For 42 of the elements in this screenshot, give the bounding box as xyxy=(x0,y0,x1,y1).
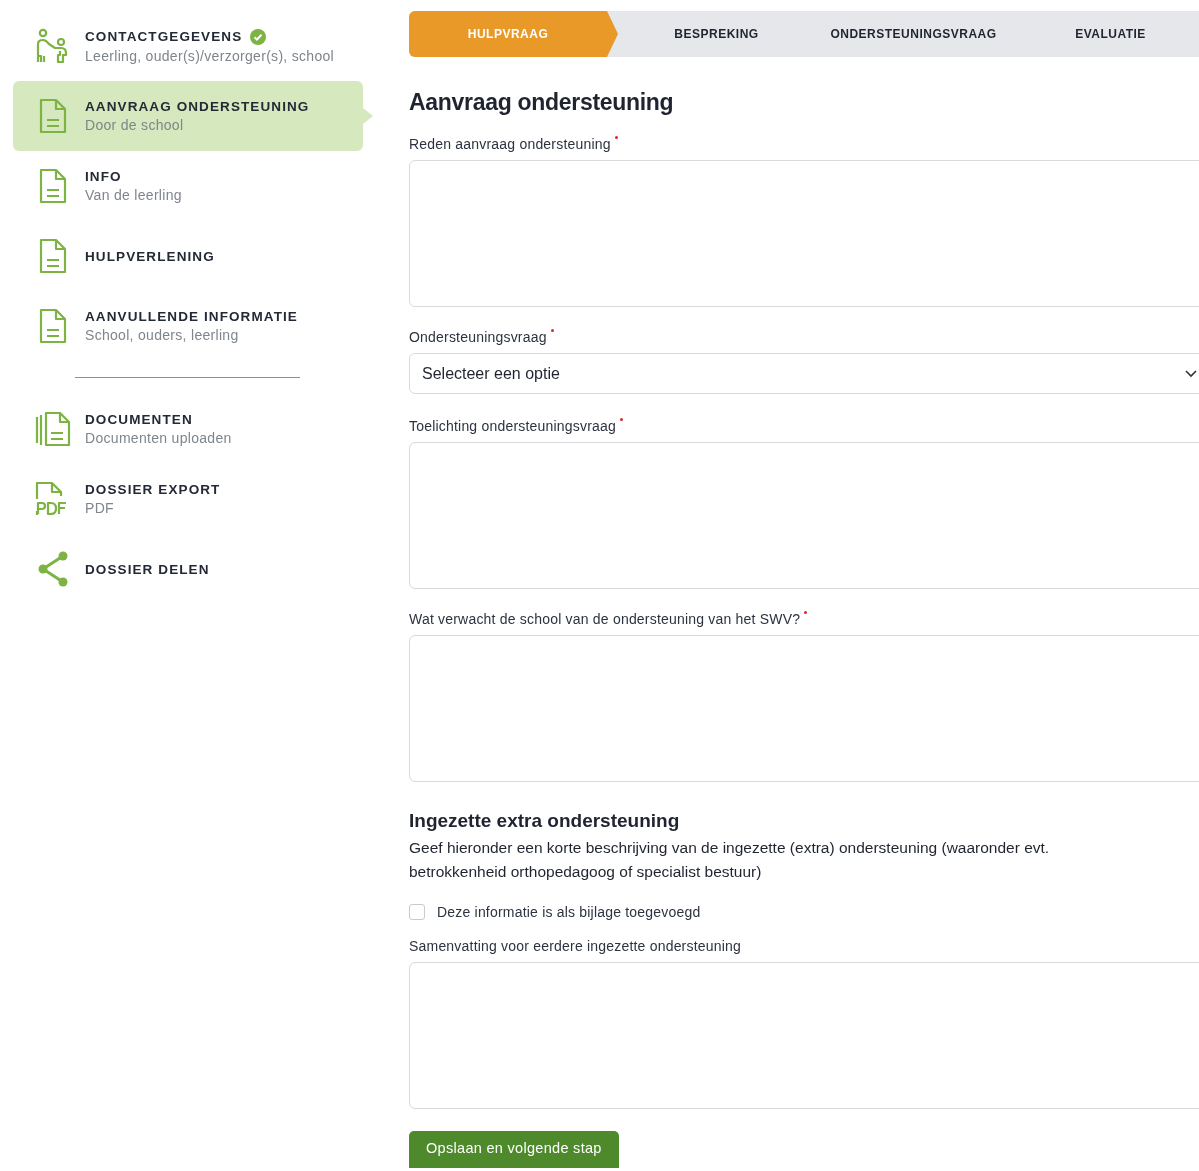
step-tab[interactable]: EVALUATIE xyxy=(1012,11,1199,57)
field-label: Wat verwacht de school van de ondersteuning van het SWV? xyxy=(409,611,1199,627)
checkbox[interactable] xyxy=(409,904,425,920)
text-area[interactable] xyxy=(409,962,1199,1109)
item-title: INFO xyxy=(85,169,122,184)
step-tab[interactable]: BESPREKING xyxy=(618,11,815,57)
documents-icon xyxy=(35,411,71,447)
item-subtitle: School, ouders, leerling xyxy=(85,327,240,343)
chevron-icon xyxy=(1185,369,1197,378)
item-title: AANVRAAG ONDERSTEUNING xyxy=(85,99,310,114)
item-title: DOSSIER DELEN xyxy=(85,561,210,577)
item-subtitle: Documenten uploaden xyxy=(85,430,232,446)
sidebar-item[interactable]: DOCUMENTEN Documenten uploaden xyxy=(13,394,363,464)
section-description: Geef hieronder een korte beschrijving van de ingezette (extra) ondersteuning (waaronder evt. betrokkenheid orthopedagoog of specialist bestuur) xyxy=(409,838,1051,882)
field-label: Toelichting ondersteuningsvraag xyxy=(409,418,1199,434)
field-label: Reden aanvraag ondersteuning xyxy=(409,136,1199,152)
save-next-button[interactable]: Opslaan en volgende stap xyxy=(409,1131,619,1168)
text-area[interactable] xyxy=(409,442,1199,589)
item-subtitle: Door de school xyxy=(85,117,185,133)
checkbox-label: Deze informatie is als bijlage toegevoegd xyxy=(437,904,701,920)
sidebar-item[interactable]: CONTACTGEGEVENS Leerling, ouder(s)/verzorger(s), school xyxy=(13,11,363,81)
item-title: HULPVERLENING xyxy=(85,248,215,264)
field-label: Ondersteuningsvraag xyxy=(409,329,1199,345)
item-title: AANVULLENDE INFORMATIE xyxy=(85,309,298,324)
sidebar-item[interactable]: DOSSIER DELEN xyxy=(13,534,363,604)
item-title: DOCUMENTEN xyxy=(85,412,193,427)
field-label: Samenvatting voor eerdere ingezette ondersteuning xyxy=(409,938,742,954)
text-area[interactable] xyxy=(409,160,1199,307)
sidebar-item[interactable]: INFO Van de leerling xyxy=(13,151,363,221)
item-title: DOSSIER EXPORT xyxy=(85,482,221,497)
text-area[interactable] xyxy=(409,635,1199,782)
item-title: CONTACTGEGEVENS xyxy=(85,29,243,44)
sidebar-item[interactable]: DOSSIER EXPORT PDF xyxy=(13,464,363,534)
select-field[interactable]: Selecteer een optie xyxy=(409,353,1199,394)
item-subtitle: Van de leerling xyxy=(85,187,182,203)
sidebar-item[interactable]: HULPVERLENING xyxy=(13,221,363,291)
section-heading: Ingezette extra ondersteuning xyxy=(409,810,681,832)
page-title: Aanvraag ondersteuning xyxy=(409,89,675,116)
item-subtitle: Leerling, ouder(s)/verzorger(s), school xyxy=(85,47,335,64)
step-tab[interactable]: ONDERSTEUNINGSVRAAG xyxy=(815,11,1012,57)
item-subtitle: PDF xyxy=(85,500,115,516)
sidebar-item[interactable]: AANVULLENDE INFORMATIE School, ouders, leerling xyxy=(13,291,363,361)
